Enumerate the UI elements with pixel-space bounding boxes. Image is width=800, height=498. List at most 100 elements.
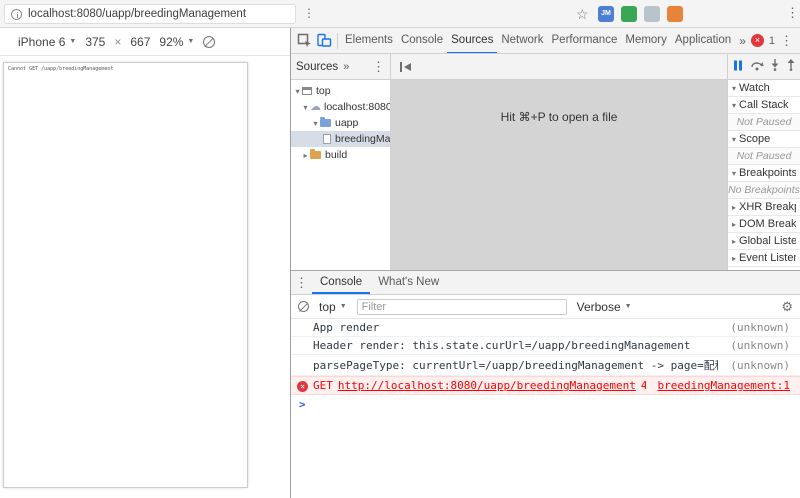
scope-empty: Not Paused xyxy=(728,148,800,165)
editor-tabstrip xyxy=(391,54,727,80)
bookmark-star-icon[interactable]: ☆ xyxy=(576,5,589,23)
extension-icon[interactable]: JM xyxy=(598,6,614,22)
section-global-listeners[interactable]: ▸ Global Listeners xyxy=(728,233,800,250)
tab-sources[interactable]: Sources xyxy=(447,28,498,53)
log-text: parsePageType: currentUrl=/uapp/breeding… xyxy=(313,359,719,372)
chevron-down-icon: ▾ xyxy=(732,168,737,178)
tree-item-top[interactable]: ▾ top xyxy=(291,83,390,99)
device-emulation-pane: iPhone 6 ▼ 375 × 667 92% ▼ Cannot GET /u… xyxy=(0,28,290,498)
pause-icon[interactable] xyxy=(733,60,744,74)
error-badge-icon[interactable] xyxy=(750,34,764,47)
devtools-panel: Elements Console Sources Network Perform… xyxy=(290,28,800,498)
navigator-header: Sources » ⋮ xyxy=(291,54,390,80)
domain-icon: ☁ xyxy=(310,101,321,113)
error-url-link[interactable]: http://localhost:8080/uapp/breedingManag… xyxy=(338,379,636,392)
chevron-down-icon: ▼ xyxy=(187,38,195,45)
log-source[interactable]: (unknown) xyxy=(730,321,790,334)
device-toolbar-toggle-icon[interactable] xyxy=(314,31,334,51)
page-info-icon[interactable] xyxy=(11,8,22,20)
device-select[interactable]: iPhone 6 ▼ xyxy=(18,35,76,49)
tree-item-breedingmanagement[interactable]: breedingManagement xyxy=(291,131,390,147)
extension-icon[interactable] xyxy=(644,6,660,22)
tab-application[interactable]: Application xyxy=(671,28,735,53)
console-messages: App render (unknown) Header render: this… xyxy=(291,319,800,498)
navigator-menu-icon[interactable]: ⋮ xyxy=(372,59,385,75)
log-source[interactable]: (unknown) xyxy=(730,359,790,372)
error-icon xyxy=(297,381,308,392)
console-settings-icon[interactable]: ⚙ xyxy=(781,299,793,315)
tree-item-label: breedingManagement xyxy=(335,133,390,145)
console-filter-input[interactable] xyxy=(356,298,567,315)
chevron-down-icon: ▾ xyxy=(732,134,737,144)
drawer-tab-whats-new[interactable]: What's New xyxy=(370,271,447,294)
step-into-icon[interactable] xyxy=(770,59,780,74)
console-context-select[interactable]: top ▼ xyxy=(319,300,347,314)
tree-item-label: top xyxy=(316,85,331,97)
chevron-down-icon[interactable]: ▾ xyxy=(301,103,310,112)
tree-item-uapp[interactable]: ▾ uapp xyxy=(291,115,390,131)
console-context-value: top xyxy=(319,299,336,314)
breakpoints-empty: No Breakpoints xyxy=(728,182,800,199)
drawer-menu-icon[interactable]: ⋮ xyxy=(295,275,308,291)
navigator-tab-sources[interactable]: Sources xyxy=(296,61,338,73)
tree-item-label: uapp xyxy=(335,117,359,129)
device-viewport[interactable]: Cannot GET /uapp/breedingManagement xyxy=(3,62,248,488)
folder-icon xyxy=(320,117,331,127)
url-menu-dots-icon[interactable]: ⋮ xyxy=(303,6,315,20)
tab-console[interactable]: Console xyxy=(397,28,447,53)
section-scope[interactable]: ▾ Scope xyxy=(728,131,800,148)
extension-icon[interactable] xyxy=(621,6,637,22)
log-text: Header render: this.state.curUrl=/uapp/b… xyxy=(313,339,691,352)
chevron-right-icon: ▸ xyxy=(732,202,737,212)
chevron-right-icon: ▸ xyxy=(732,253,737,263)
url-text[interactable]: localhost:8080/uapp/breedingManagement xyxy=(28,8,246,20)
throttling-icon[interactable] xyxy=(203,35,216,48)
tree-item-build[interactable]: ▸ build xyxy=(291,147,390,163)
tab-performance[interactable]: Performance xyxy=(548,28,622,53)
file-icon xyxy=(323,134,331,144)
tree-item-localhost[interactable]: ▾ ☁ localhost:8080 xyxy=(291,99,390,115)
devtools-menu-icon[interactable]: ⋮ xyxy=(780,33,793,49)
section-dom-breakpoints[interactable]: ▸ DOM Breakpoints xyxy=(728,216,800,233)
devtools-toolbar: Elements Console Sources Network Perform… xyxy=(291,28,800,54)
device-height-field[interactable]: 667 xyxy=(130,35,150,49)
prompt-chevron-icon: > xyxy=(299,398,306,411)
section-call-stack[interactable]: ▾ Call Stack xyxy=(728,97,800,114)
more-tabs-icon[interactable]: » xyxy=(739,34,746,48)
browser-menu-icon[interactable]: ⋮ xyxy=(786,5,799,21)
console-prompt[interactable]: > xyxy=(291,395,800,413)
extension-icon[interactable] xyxy=(667,6,683,22)
zoom-select-value: 92% xyxy=(159,34,184,49)
step-out-icon[interactable] xyxy=(786,59,796,74)
console-log-row: parsePageType: currentUrl=/uapp/breeding… xyxy=(291,355,800,376)
tab-memory[interactable]: Memory xyxy=(621,28,671,53)
tree-item-label: localhost:8080 xyxy=(324,101,390,113)
chevron-down-icon[interactable]: ▾ xyxy=(311,119,320,128)
inspect-element-icon[interactable] xyxy=(294,31,314,51)
sources-panel: Sources » ⋮ ▾ top ▾ ☁ localhost:8080 ▾ u… xyxy=(291,54,800,270)
navigator-more-tabs-icon[interactable]: » xyxy=(343,61,349,73)
log-level-value: Verbose xyxy=(576,299,621,314)
chevron-down-icon[interactable]: ▾ xyxy=(293,87,302,96)
hide-navigator-icon[interactable] xyxy=(396,57,416,77)
section-watch[interactable]: ▾ Watch xyxy=(728,80,800,97)
tab-network[interactable]: Network xyxy=(497,28,547,53)
drawer-tabbar: ⋮ Console What's New xyxy=(291,271,800,295)
error-status: 404 (Not Found) xyxy=(640,379,646,392)
url-bar[interactable]: localhost:8080/uapp/breedingManagement xyxy=(4,4,296,24)
clear-console-icon[interactable] xyxy=(298,301,309,312)
devtools-tabs: Elements Console Sources Network Perform… xyxy=(341,28,739,53)
section-xhr-breakpoints[interactable]: ▸ XHR Breakpoints xyxy=(728,199,800,216)
log-source[interactable]: (unknown) xyxy=(730,339,790,352)
log-level-select[interactable]: Verbose ▼ xyxy=(577,300,632,314)
step-over-icon[interactable] xyxy=(750,59,764,74)
section-breakpoints[interactable]: ▾ Breakpoints xyxy=(728,165,800,182)
device-width-field[interactable]: 375 xyxy=(85,35,105,49)
section-event-listener-breakpoints[interactable]: ▸ Event Listener Breakpoints xyxy=(728,250,800,267)
editor-placeholder-area[interactable]: Hit ⌘+P to open a file xyxy=(391,80,727,270)
zoom-select[interactable]: 92% ▼ xyxy=(159,35,194,49)
error-source-link[interactable]: breedingManagement:1 xyxy=(658,379,790,392)
tab-elements[interactable]: Elements xyxy=(341,28,397,53)
chevron-right-icon[interactable]: ▸ xyxy=(301,151,310,160)
drawer-tab-console[interactable]: Console xyxy=(312,271,371,294)
